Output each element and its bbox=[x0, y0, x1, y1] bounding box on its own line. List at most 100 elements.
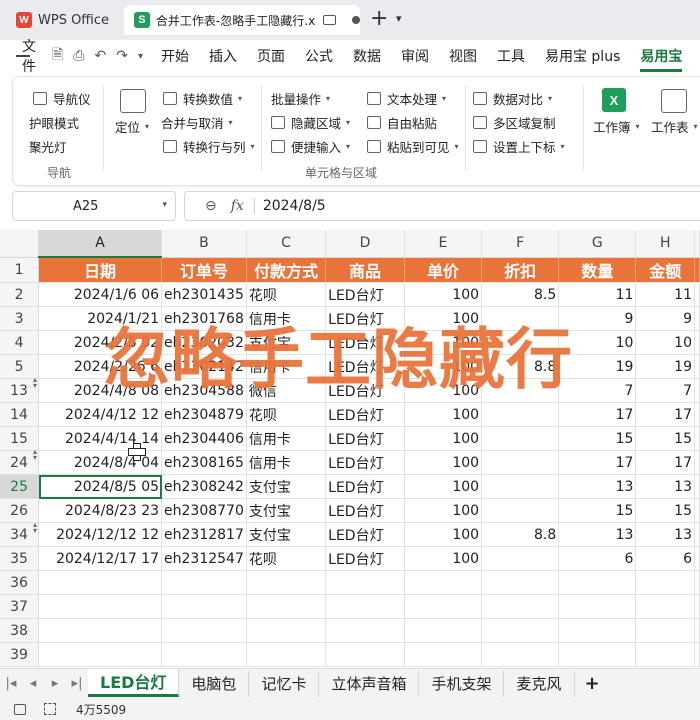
table-cell[interactable]: 7 bbox=[635, 378, 695, 403]
table-cell[interactable]: 11 bbox=[635, 282, 695, 307]
column-header[interactable] bbox=[694, 230, 700, 258]
menu-tools[interactable]: 工具 bbox=[497, 46, 525, 66]
table-cell[interactable]: LED台灯 bbox=[325, 426, 405, 451]
table-cell[interactable]: eh2308242 bbox=[161, 474, 247, 499]
menu-formula[interactable]: 公式 bbox=[305, 46, 333, 66]
table-cell[interactable]: 花呗 bbox=[246, 282, 327, 307]
table-cell[interactable]: 15 bbox=[558, 426, 637, 451]
formula-content[interactable]: 2024/8/5 bbox=[263, 198, 326, 214]
merge-cancel-button[interactable]: 合并与取消 ▾ bbox=[161, 113, 233, 132]
table-cell[interactable] bbox=[481, 546, 560, 571]
table-cell[interactable] bbox=[38, 642, 163, 667]
convert-value-button[interactable]: 转换数值 ▾ bbox=[163, 89, 242, 108]
table-cell[interactable]: 17 bbox=[635, 402, 695, 427]
table-cell[interactable] bbox=[694, 450, 700, 475]
column-header[interactable]: H bbox=[635, 230, 695, 258]
sheet-tab-laptop-bag[interactable]: 电脑包 bbox=[179, 670, 250, 697]
table-cell[interactable] bbox=[38, 594, 163, 619]
table-cell[interactable] bbox=[558, 642, 637, 667]
table-cell[interactable]: 支付宝 bbox=[246, 498, 327, 523]
table-cell[interactable] bbox=[558, 570, 637, 595]
table-header-cell[interactable]: 商品 bbox=[325, 257, 405, 283]
row-number[interactable]: 38 bbox=[0, 618, 40, 643]
table-cell[interactable]: 13 bbox=[635, 522, 695, 547]
paste-visible-button[interactable]: 粘贴到可见 ▾ bbox=[367, 137, 459, 156]
table-cell[interactable]: LED台灯 bbox=[325, 522, 405, 547]
workbook-button[interactable]: 工作簿 ▾ bbox=[593, 117, 640, 136]
wps-home-tab[interactable]: W WPS Office bbox=[8, 6, 120, 34]
table-cell[interactable] bbox=[325, 594, 405, 619]
table-cell[interactable]: eh2304879 bbox=[161, 402, 247, 427]
table-cell[interactable]: 100 bbox=[404, 402, 483, 427]
table-cell[interactable] bbox=[694, 594, 700, 619]
table-cell[interactable] bbox=[481, 450, 560, 475]
batch-ops-button[interactable]: 批量操作 ▾ bbox=[271, 89, 330, 108]
row-number[interactable]: 39 bbox=[0, 642, 40, 667]
table-cell[interactable]: 花呗 bbox=[246, 546, 327, 571]
table-cell[interactable] bbox=[694, 282, 700, 307]
table-cell[interactable]: 100 bbox=[404, 498, 483, 523]
table-cell[interactable] bbox=[635, 642, 695, 667]
table-cell[interactable]: LED台灯 bbox=[325, 498, 405, 523]
menu-home[interactable]: 开始 bbox=[161, 46, 189, 66]
table-cell[interactable] bbox=[694, 330, 700, 355]
table-cell[interactable]: LED台灯 bbox=[325, 402, 405, 427]
sheet-tab-memory-card[interactable]: 记忆卡 bbox=[249, 670, 320, 697]
table-cell[interactable]: 2024/1/6 06 bbox=[38, 282, 163, 307]
table-cell[interactable]: 支付宝 bbox=[246, 474, 327, 499]
menu-review[interactable]: 审阅 bbox=[401, 46, 429, 66]
table-cell[interactable] bbox=[325, 618, 405, 643]
save-icon[interactable]: 🗎 bbox=[52, 44, 63, 68]
row-number[interactable]: 3 bbox=[0, 306, 40, 331]
text-proc-button[interactable]: 文本处理 ▾ bbox=[367, 89, 446, 108]
row-number[interactable]: 25 bbox=[0, 474, 40, 499]
row-number[interactable]: 35 bbox=[0, 546, 40, 571]
table-cell[interactable]: 8.8 bbox=[481, 522, 560, 547]
table-cell[interactable]: eh2308165 bbox=[161, 450, 247, 475]
table-cell[interactable] bbox=[481, 474, 560, 499]
table-cell[interactable]: eh2312817 bbox=[161, 522, 247, 547]
table-header-cell[interactable]: 日期 bbox=[38, 257, 163, 283]
table-cell[interactable]: 2024/12/12 12 bbox=[38, 522, 163, 547]
table-cell[interactable] bbox=[694, 474, 700, 499]
table-cell[interactable]: 17 bbox=[558, 402, 637, 427]
table-cell[interactable]: 6 bbox=[558, 546, 637, 571]
table-cell[interactable] bbox=[325, 570, 405, 595]
table-cell[interactable] bbox=[481, 618, 560, 643]
row-number[interactable]: 36 bbox=[0, 570, 40, 595]
table-cell[interactable] bbox=[246, 642, 327, 667]
menu-insert[interactable]: 插入 bbox=[209, 46, 237, 66]
eye-mode-button[interactable]: 护眼模式 bbox=[29, 113, 79, 132]
table-cell[interactable] bbox=[161, 618, 247, 643]
table-header-cell[interactable]: 金额 bbox=[635, 257, 695, 283]
table-cell[interactable]: 支付宝 bbox=[246, 522, 327, 547]
table-header-cell[interactable]: 付款方式 bbox=[246, 257, 327, 283]
column-header[interactable]: D bbox=[325, 230, 405, 258]
row-number[interactable]: 37 bbox=[0, 594, 40, 619]
column-header[interactable]: G bbox=[558, 230, 637, 258]
table-cell[interactable] bbox=[694, 522, 700, 547]
undo-icon[interactable]: ↶ bbox=[94, 48, 106, 64]
table-cell[interactable]: 100 bbox=[404, 522, 483, 547]
zoom-magnifier-icon[interactable]: ⊖ bbox=[205, 198, 217, 214]
navigator-button[interactable]: 导航仪 bbox=[33, 89, 91, 108]
table-cell[interactable]: eh2308770 bbox=[161, 498, 247, 523]
table-cell[interactable] bbox=[694, 546, 700, 571]
table-cell[interactable]: 19 bbox=[635, 354, 695, 379]
macro-icon[interactable] bbox=[14, 703, 26, 715]
table-cell[interactable] bbox=[694, 642, 700, 667]
multi-copy-button[interactable]: 多区域复制 bbox=[473, 113, 556, 132]
table-header-cell[interactable]: 单价 bbox=[404, 257, 483, 283]
column-header[interactable]: E bbox=[404, 230, 483, 258]
monitor-icon[interactable] bbox=[323, 15, 337, 25]
data-compare-button[interactable]: 数据对比 ▾ bbox=[473, 89, 552, 108]
menu-yiyongbao-plus[interactable]: 易用宝 plus bbox=[545, 46, 620, 66]
table-cell[interactable]: 17 bbox=[635, 450, 695, 475]
sheet-tab-speaker[interactable]: 立体声音箱 bbox=[319, 670, 420, 697]
column-header[interactable]: B bbox=[161, 230, 247, 258]
table-cell[interactable]: 2024/8/5 05 bbox=[38, 474, 163, 499]
table-cell[interactable]: 13 bbox=[635, 474, 695, 499]
row-number[interactable]: 2 bbox=[0, 282, 40, 307]
table-cell[interactable]: eh2304406 bbox=[161, 426, 247, 451]
column-header[interactable]: F bbox=[481, 230, 560, 258]
